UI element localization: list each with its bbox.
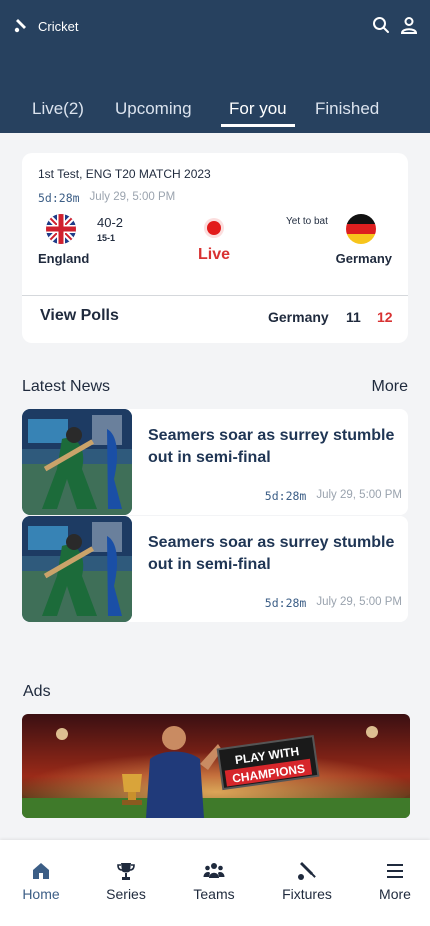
news-countdown: 5d:28m — [264, 596, 307, 610]
teams-icon — [203, 863, 225, 878]
news-meta: 5d:28m July 29, 5:00 PM — [265, 596, 402, 610]
team-right-status: Yet to bat — [286, 216, 328, 227]
match-tabs: Live(2) Upcoming For you Finished — [0, 95, 430, 133]
menu-icon — [387, 864, 403, 878]
search-icon[interactable] — [372, 16, 390, 34]
news-card[interactable]: Seamers soar as surrey stumble out in se… — [22, 409, 408, 515]
nav-more-label: More — [379, 886, 411, 902]
nav-series-label: Series — [106, 886, 146, 902]
nav-home[interactable]: Home — [1, 860, 81, 902]
team-right-name: Germany — [335, 251, 392, 266]
active-tab-indicator — [221, 124, 295, 127]
news-title: Seamers soar as surrey stumble out in se… — [148, 534, 395, 573]
news-datetime: July 29, 5:00 PM — [316, 596, 402, 608]
live-label: Live — [198, 246, 231, 263]
team-left-name: England — [38, 251, 90, 266]
nav-more[interactable]: More — [355, 860, 430, 902]
latest-news-title: Latest News — [22, 378, 111, 395]
ads-title: Ads — [23, 683, 51, 700]
view-polls-button[interactable]: View Polls — [40, 307, 119, 325]
nav-teams[interactable]: Teams — [174, 860, 254, 902]
tab-for-you[interactable]: For you — [229, 99, 287, 119]
news-countdown: 5d:28m — [264, 489, 307, 503]
news-thumbnail — [22, 516, 132, 622]
news-more-link[interactable]: More — [372, 378, 408, 396]
team-left-overs: 15-1 — [97, 233, 116, 243]
trophy-icon — [117, 863, 135, 880]
polls-value-a: 11 — [346, 309, 361, 325]
live-indicator-dot — [207, 221, 221, 235]
match-countdown: 5d:28m — [38, 191, 80, 205]
nav-home-label: Home — [22, 886, 60, 902]
user-icon[interactable] — [400, 16, 418, 34]
nav-fixtures-label: Fixtures — [282, 886, 332, 902]
tab-live[interactable]: Live(2) — [32, 99, 84, 119]
match-meta: 5d:28m July 29, 5:00 PM — [38, 191, 175, 205]
news-card[interactable]: Seamers soar as surrey stumble out in se… — [22, 516, 408, 622]
ad-banner[interactable]: PLAY WITH CHAMPIONS — [22, 714, 410, 818]
polls-value-b: 12 — [377, 309, 393, 325]
tab-finished[interactable]: Finished — [315, 99, 379, 119]
nav-series[interactable]: Series — [86, 860, 166, 902]
app-title: Cricket — [38, 18, 79, 34]
match-title: 1st Test, ENG T20 MATCH 2023 — [38, 167, 211, 181]
match-card[interactable]: 1st Test, ENG T20 MATCH 2023 5d:28m July… — [22, 153, 408, 343]
match-datetime: July 29, 5:00 PM — [89, 191, 176, 203]
news-meta: 5d:28m July 29, 5:00 PM — [265, 489, 402, 503]
news-thumbnail — [22, 409, 132, 515]
home-icon — [33, 863, 49, 879]
germany-flag-icon — [346, 214, 376, 244]
bat-ball-icon — [298, 862, 316, 880]
nav-teams-label: Teams — [193, 886, 235, 902]
bat-ball-icon — [14, 19, 26, 33]
team-left-score: 40-2 — [97, 215, 124, 230]
trophy-graphic — [122, 774, 142, 805]
tab-upcoming[interactable]: Upcoming — [115, 99, 192, 119]
nav-fixtures[interactable]: Fixtures — [267, 860, 347, 902]
news-datetime: July 29, 5:00 PM — [316, 489, 402, 501]
app-header: Cricket Live(2) Upcoming For you Finishe… — [0, 0, 430, 133]
card-divider — [22, 295, 408, 296]
uk-flag-icon — [46, 214, 76, 244]
bottom-nav: Home Series Teams Fixtures More — [0, 840, 430, 926]
app-brand[interactable]: Cricket — [14, 18, 78, 34]
polls-team: Germany — [268, 309, 329, 325]
news-title: Seamers soar as surrey stumble out in se… — [148, 427, 395, 466]
